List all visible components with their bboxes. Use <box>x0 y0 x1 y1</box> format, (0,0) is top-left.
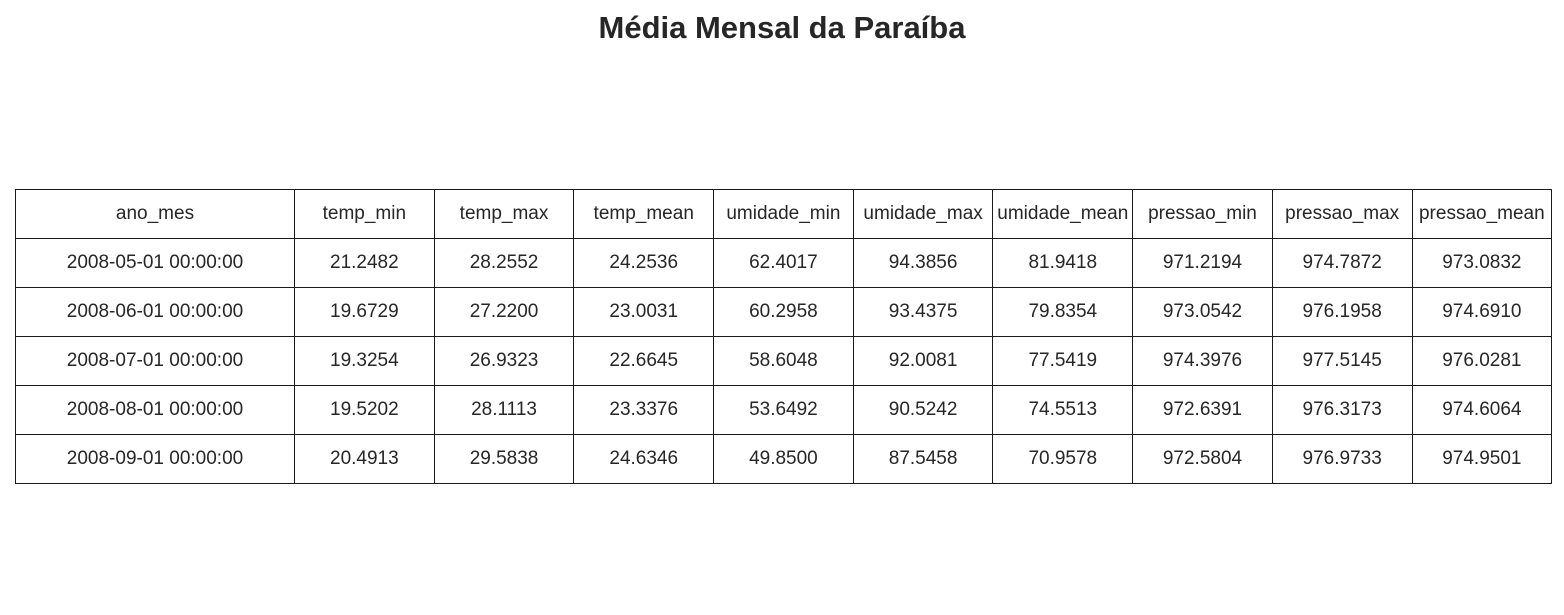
table-cell: 19.5202 <box>294 385 435 435</box>
table-cell: 93.4375 <box>852 287 994 337</box>
table-cell: 24.2536 <box>573 238 715 288</box>
table-cell: 27.2200 <box>433 287 575 337</box>
column-header-pressao-mean: pressao_mean <box>1411 189 1553 239</box>
table-cell: 971.2194 <box>1132 238 1273 288</box>
table-cell: 976.0281 <box>1411 336 1553 386</box>
table-cell: 977.5145 <box>1271 336 1413 386</box>
table-cell: 94.3856 <box>852 238 994 288</box>
table-cell: 21.2482 <box>294 238 435 288</box>
column-header-temp-max: temp_max <box>433 189 575 239</box>
data-table: ano_mes temp_min temp_max temp_mean umid… <box>15 189 1553 484</box>
table-cell: 2008-05-01 00:00:00 <box>15 238 295 288</box>
table-cell: 26.9323 <box>433 336 575 386</box>
table-cell: 62.4017 <box>713 238 854 288</box>
table-cell: 976.1958 <box>1271 287 1413 337</box>
table-row: 2008-08-01 00:00:00 19.5202 28.1113 23.3… <box>15 385 1553 435</box>
table-cell: 973.0542 <box>1132 287 1273 337</box>
table-cell: 974.6910 <box>1411 287 1553 337</box>
table-cell: 53.6492 <box>713 385 854 435</box>
table-cell: 28.2552 <box>433 238 575 288</box>
column-header-umidade-max: umidade_max <box>852 189 994 239</box>
table-cell: 60.2958 <box>713 287 854 337</box>
data-table-container: ano_mes temp_min temp_max temp_mean umid… <box>15 189 1553 484</box>
table-cell: 972.6391 <box>1132 385 1273 435</box>
table-row: 2008-05-01 00:00:00 21.2482 28.2552 24.2… <box>15 238 1553 288</box>
table-cell: 20.4913 <box>294 434 435 484</box>
table-cell: 976.9733 <box>1271 434 1413 484</box>
column-header-temp-min: temp_min <box>294 189 435 239</box>
table-cell: 23.3376 <box>573 385 715 435</box>
table-row: 2008-06-01 00:00:00 19.6729 27.2200 23.0… <box>15 287 1553 337</box>
column-header-umidade-min: umidade_min <box>713 189 854 239</box>
table-cell: 19.6729 <box>294 287 435 337</box>
table-cell: 2008-09-01 00:00:00 <box>15 434 295 484</box>
header-row: ano_mes temp_min temp_max temp_mean umid… <box>15 189 1553 239</box>
table-cell: 81.9418 <box>992 238 1134 288</box>
table-row: 2008-07-01 00:00:00 19.3254 26.9323 22.6… <box>15 336 1553 386</box>
table-cell: 28.1113 <box>433 385 575 435</box>
table-cell: 22.6645 <box>573 336 715 386</box>
table-cell: 87.5458 <box>852 434 994 484</box>
table-cell: 90.5242 <box>852 385 994 435</box>
table-cell: 29.5838 <box>433 434 575 484</box>
chart-title: Média Mensal da Paraíba <box>598 10 966 45</box>
table-cell: 974.7872 <box>1271 238 1413 288</box>
table-cell: 2008-08-01 00:00:00 <box>15 385 295 435</box>
table-cell: 974.9501 <box>1411 434 1553 484</box>
column-header-ano-mes: ano_mes <box>15 189 295 239</box>
table-cell: 49.8500 <box>713 434 854 484</box>
table-cell: 2008-07-01 00:00:00 <box>15 336 295 386</box>
table-cell: 974.3976 <box>1132 336 1273 386</box>
table-cell: 70.9578 <box>992 434 1134 484</box>
table-cell: 2008-06-01 00:00:00 <box>15 287 295 337</box>
table-cell: 19.3254 <box>294 336 435 386</box>
column-header-temp-mean: temp_mean <box>573 189 715 239</box>
table-cell: 976.3173 <box>1271 385 1413 435</box>
table-cell: 24.6346 <box>573 434 715 484</box>
table-cell: 23.0031 <box>573 287 715 337</box>
table-cell: 972.5804 <box>1132 434 1273 484</box>
column-header-pressao-min: pressao_min <box>1132 189 1273 239</box>
table-cell: 973.0832 <box>1411 238 1553 288</box>
table-cell: 77.5419 <box>992 336 1134 386</box>
column-header-pressao-max: pressao_max <box>1271 189 1413 239</box>
table-cell: 58.6048 <box>713 336 854 386</box>
table-row: 2008-09-01 00:00:00 20.4913 29.5838 24.6… <box>15 434 1553 484</box>
table-cell: 74.5513 <box>992 385 1134 435</box>
table-cell: 92.0081 <box>852 336 994 386</box>
column-header-umidade-mean: umidade_mean <box>992 189 1134 239</box>
table-cell: 79.8354 <box>992 287 1134 337</box>
table-cell: 974.6064 <box>1411 385 1553 435</box>
